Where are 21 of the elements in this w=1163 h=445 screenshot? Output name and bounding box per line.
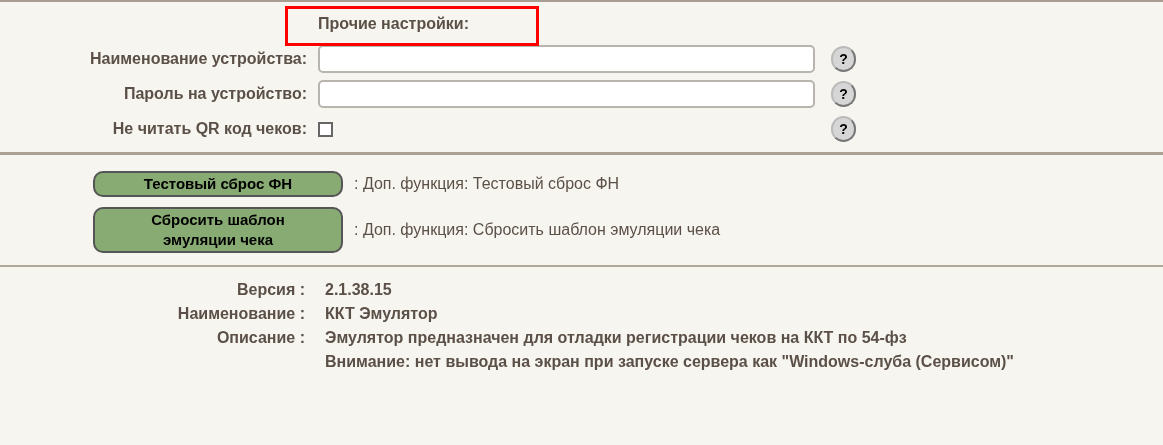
help-button[interactable]: ? — [831, 81, 856, 107]
info-value: Эмулятор предназначен для отладки регистрации чеков на ККТ по 54-фз — [325, 328, 908, 348]
function-description: : Доп. функция: Тестовый сброс ФН — [354, 174, 620, 194]
field-label: Не читать QR код чеков: — [111, 119, 307, 139]
info-label: Описание : — [215, 328, 305, 348]
function-button[interactable]: Тестовый сброс ФН — [93, 171, 343, 197]
function-description: : Доп. функция: Сбросить шаблон эмуляции чека — [354, 220, 721, 240]
field-label: Пароль на устройство: — [122, 84, 307, 104]
input-field[interactable] — [318, 80, 815, 108]
info-value: ККТ Эмулятор — [325, 304, 439, 324]
info-label: Наименование : — [176, 304, 305, 324]
info-label: Версия : — [235, 280, 305, 300]
function-button[interactable]: Сбросить шаблон эмуляции чека — [93, 207, 343, 253]
info-value: 2.1.38.15 — [325, 280, 393, 300]
info-value: Внимание: нет вывода на экран при запуске сервера как "Windows-слуба (Сервисом)" — [325, 352, 1015, 372]
input-field[interactable] — [318, 45, 815, 73]
section-title: Прочие настройки: — [318, 14, 469, 34]
help-button[interactable]: ? — [831, 116, 856, 142]
help-button[interactable]: ? — [831, 46, 856, 72]
field-label: Наименование устройства: — [88, 49, 307, 69]
checkbox[interactable] — [318, 121, 333, 137]
